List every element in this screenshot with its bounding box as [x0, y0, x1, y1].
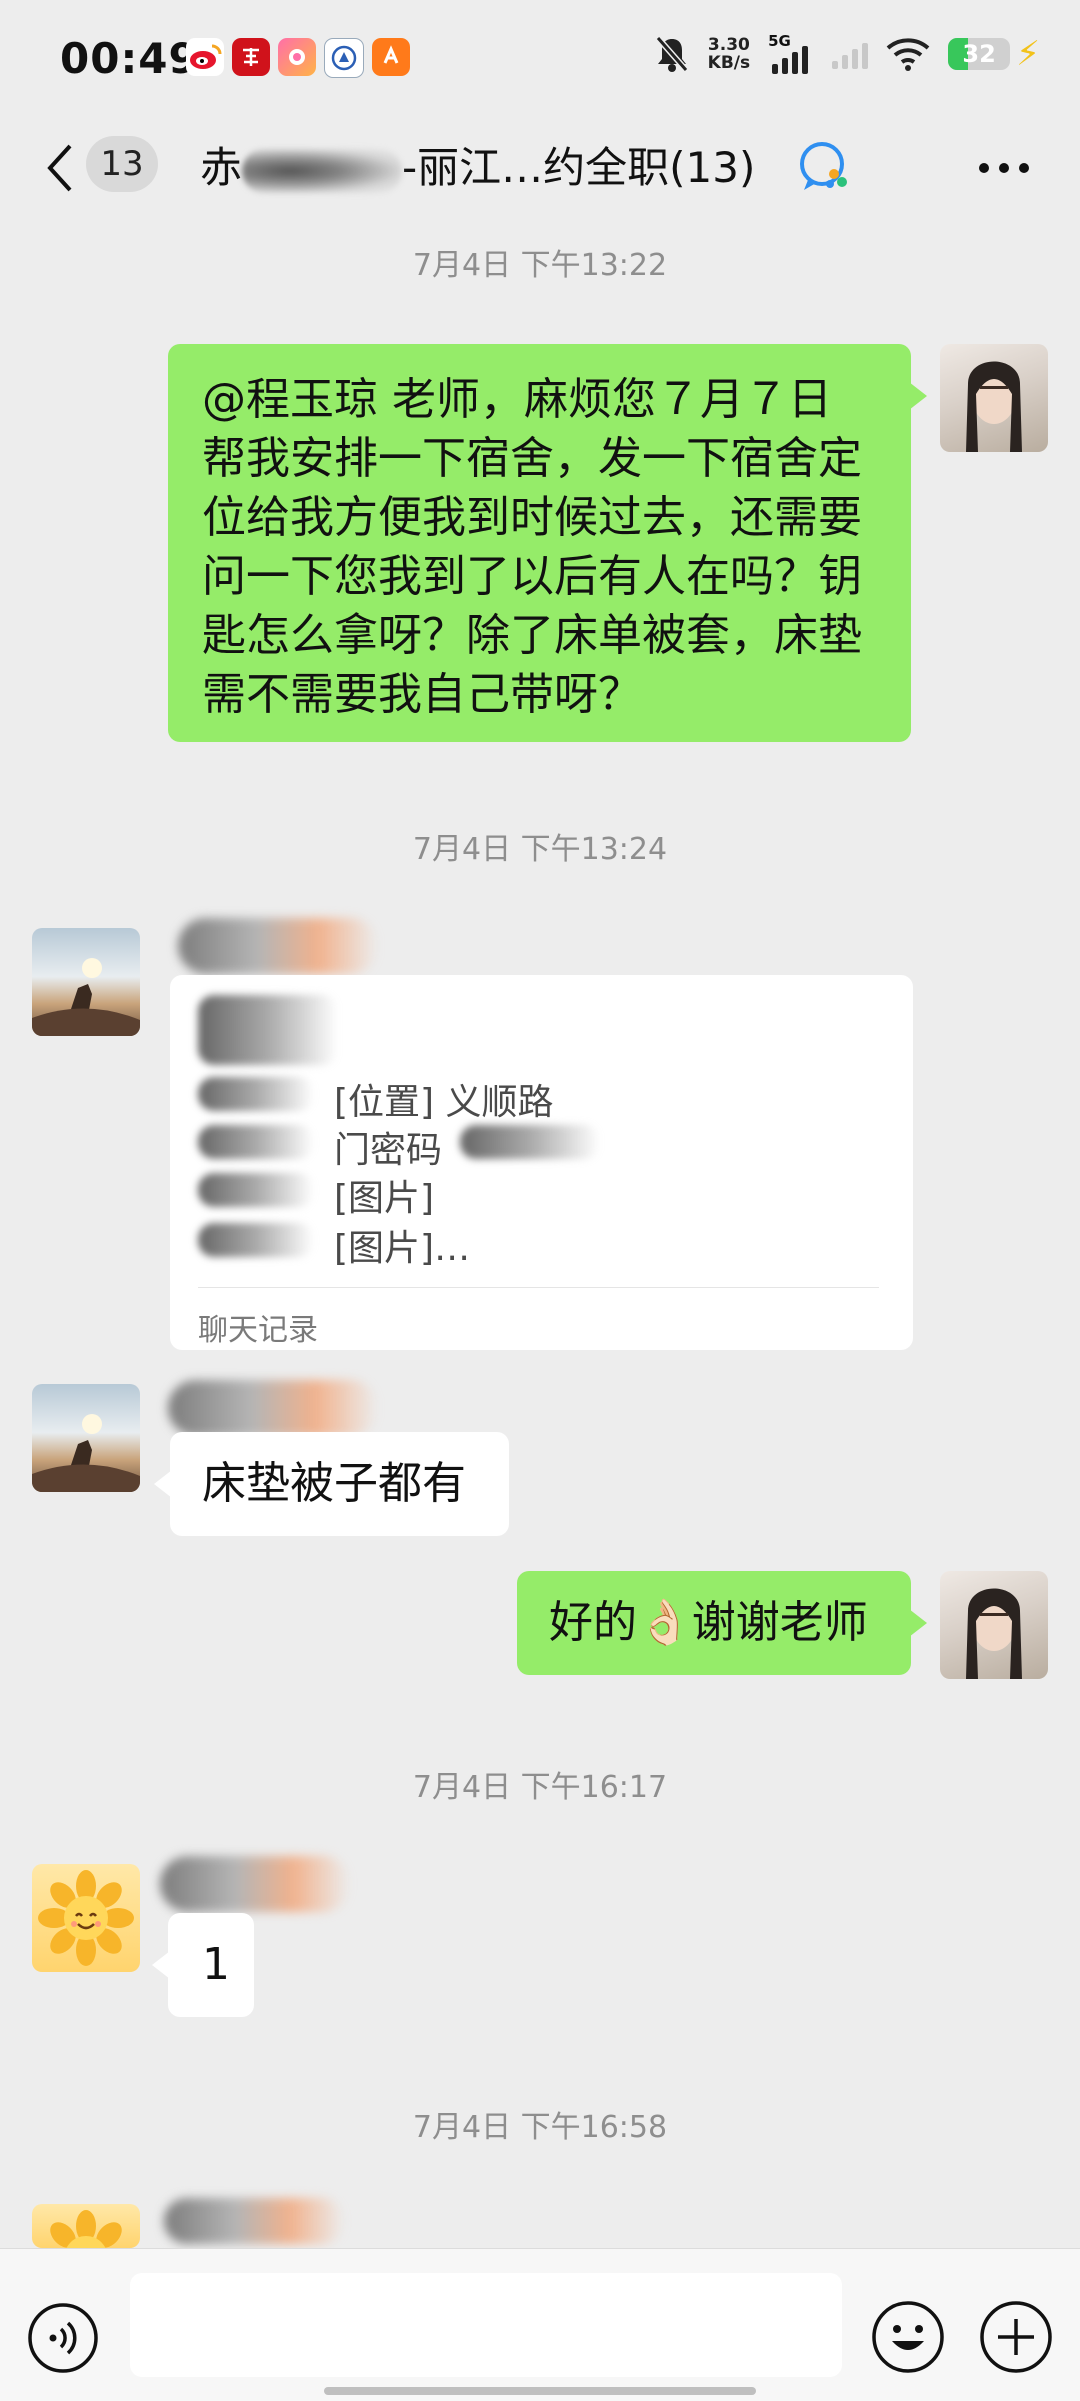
chat-record-card[interactable]: [位置] 义顺路 门密码 [图片] [图片]… 聊天记录: [170, 975, 913, 1350]
redacted-text: [198, 1173, 314, 1207]
redacted-text: [242, 148, 403, 193]
plus-icon[interactable]: [978, 2299, 1054, 2375]
voice-icon[interactable]: [26, 2301, 100, 2375]
app-orange-icon: [372, 38, 410, 76]
unread-count-badge[interactable]: 13: [86, 136, 158, 192]
record-line: [图片]: [334, 1178, 435, 1219]
message-text: 床垫被子都有: [202, 1458, 466, 1509]
message-text: 好的👌🏻谢谢老师: [549, 1597, 868, 1648]
more-options-icon[interactable]: [976, 148, 1032, 188]
sunflower-avatar[interactable]: [32, 1864, 140, 1972]
chat-title: 赤 -丽江…约全职(13): [200, 134, 755, 195]
notification-icons: [186, 38, 410, 78]
redacted-text: [198, 1125, 314, 1159]
wifi-icon: [886, 38, 930, 71]
divider: [198, 1287, 879, 1288]
sender-avatar[interactable]: [32, 1384, 140, 1492]
message-timestamp: 7月4日 下午16:58: [412, 2110, 668, 2145]
status-bar: 00:49 3.30 KB/s 5G 32 ⚡: [0, 0, 1080, 120]
received-message-bubble[interactable]: 床垫被子都有: [154, 1432, 509, 1536]
net-speed: 3.30 KB/s: [708, 36, 750, 72]
net-speed-unit: KB/s: [707, 53, 751, 73]
record-line: [图片]…: [334, 1228, 471, 1269]
emoji-icon[interactable]: [870, 2299, 946, 2375]
message-text: @程玉琼 老师，麻烦您７月７日 帮我安排一下宿舍，发一下宿舍定 位给我方便我到时…: [202, 374, 862, 720]
redacted-sender-name: [164, 2198, 344, 2244]
net-speed-value: 3.30: [707, 35, 750, 55]
redacted-text: [198, 995, 338, 1065]
charging-icon: ⚡: [1016, 34, 1040, 74]
sender-avatar[interactable]: [32, 928, 140, 1036]
record-line: [位置] 义顺路: [334, 1082, 554, 1123]
redacted-text: [198, 1223, 314, 1257]
message-text: 1: [202, 1939, 230, 1990]
redacted-sender-name: [160, 1856, 350, 1912]
received-message-bubble[interactable]: 1: [152, 1913, 254, 2017]
signal-icon: 5G: [768, 32, 814, 74]
weibo-icon: [186, 38, 224, 76]
chat-title-suffix: -丽江…约全职(13): [402, 143, 756, 192]
home-indicator[interactable]: [324, 2387, 756, 2395]
app-red-icon: [232, 38, 270, 76]
record-line: 门密码: [334, 1130, 443, 1171]
my-avatar[interactable]: [940, 344, 1048, 452]
battery-icon: 32 ⚡: [948, 34, 1040, 74]
message-input[interactable]: [130, 2273, 842, 2377]
battery-level: 32: [962, 40, 996, 68]
signal-weak-icon: [832, 39, 869, 69]
sunflower-avatar[interactable]: [32, 2204, 140, 2248]
redacted-text: [198, 1077, 314, 1111]
chat-title-prefix: 赤: [200, 143, 243, 192]
chat-header: 13 赤 -丽江…约全职(13): [0, 120, 1080, 228]
back-arrow-icon[interactable]: [40, 138, 80, 198]
redacted-sender-name: [168, 1380, 378, 1436]
message-timestamp: 7月4日 下午16:17: [412, 1770, 668, 1805]
status-right: 3.30 KB/s 5G 32 ⚡: [654, 32, 1040, 74]
status-time: 00:49: [60, 34, 199, 83]
redacted-sender-name: [178, 918, 378, 974]
my-message-bubble[interactable]: 好的👌🏻谢谢老师: [517, 1571, 927, 1675]
message-timestamp: 7月4日 下午13:22: [412, 248, 668, 283]
group-chat-bubble-icon[interactable]: [794, 136, 854, 196]
redacted-text: [460, 1125, 600, 1159]
message-timestamp: 7月4日 下午13:24: [412, 832, 668, 867]
input-bar: [0, 2248, 1080, 2401]
chat-record-label: 聊天记录: [198, 1313, 318, 1348]
app-blue-icon: [324, 38, 364, 78]
app-pink-icon: [278, 38, 316, 76]
my-message-bubble[interactable]: @程玉琼 老师，麻烦您７月７日 帮我安排一下宿舍，发一下宿舍定 位给我方便我到时…: [168, 344, 927, 742]
my-avatar[interactable]: [940, 1571, 1048, 1679]
mute-icon: [655, 36, 688, 72]
